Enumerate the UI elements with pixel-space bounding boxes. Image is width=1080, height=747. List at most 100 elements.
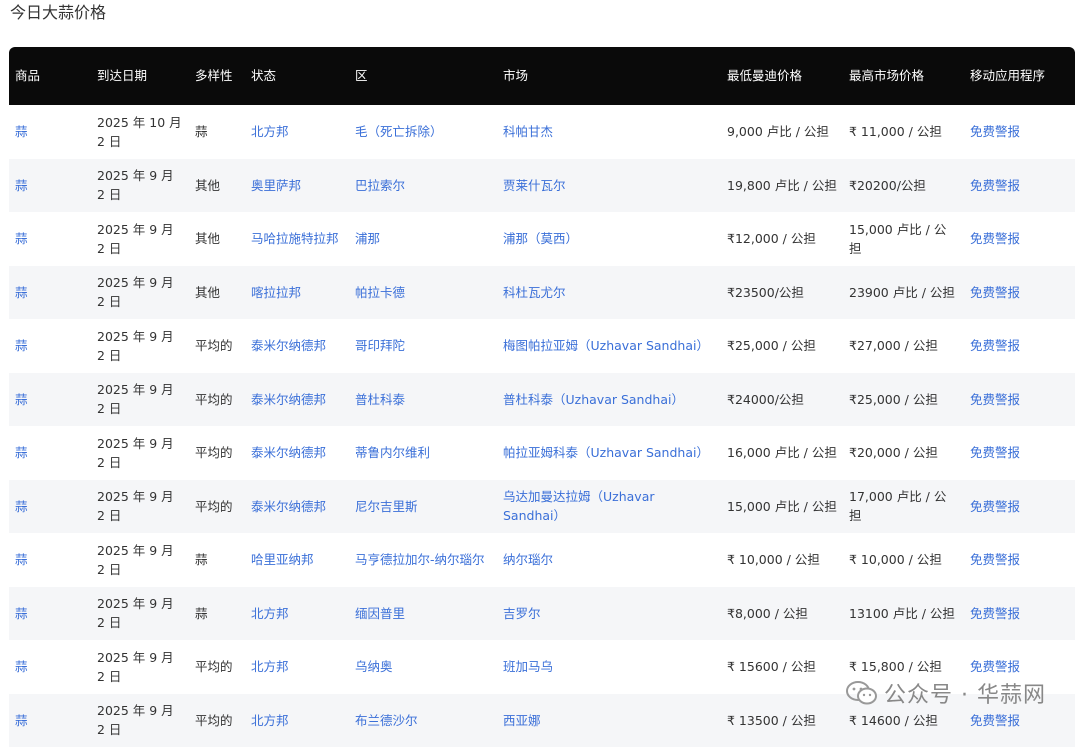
district-link[interactable]: 马亨德拉加尔-纳尔瑙尔 (355, 552, 485, 567)
market-link[interactable]: 乌达加曼达拉姆（Uzhavar Sandhai） (503, 489, 655, 523)
market-link[interactable]: 梅图帕拉亚姆（Uzhavar Sandhai） (503, 338, 709, 353)
state-link[interactable]: 北方邦 (251, 659, 289, 674)
commodity-link[interactable]: 蒜 (15, 338, 28, 353)
commodity-link-cell: 蒜 (9, 319, 91, 373)
free-alert-link[interactable]: 免费警报 (970, 124, 1020, 139)
header-market[interactable]: 市场 (497, 47, 721, 105)
state-link-cell: 北方邦 (245, 694, 349, 747)
free-alert-link[interactable]: 免费警报 (970, 285, 1020, 300)
state-link[interactable]: 泰米尔纳德邦 (251, 499, 326, 514)
variety-cell: 蒜 (189, 587, 245, 641)
free-alert-link[interactable]: 免费警报 (970, 552, 1020, 567)
commodity-link-cell: 蒜 (9, 587, 91, 641)
commodity-link[interactable]: 蒜 (15, 606, 28, 621)
min-price-cell: ₹23500/公担 (721, 266, 843, 320)
variety: 平均的 (195, 659, 233, 674)
district-link[interactable]: 帕拉卡德 (355, 285, 405, 300)
variety: 平均的 (195, 338, 233, 353)
market-link[interactable]: 浦那（莫西） (503, 231, 578, 246)
max-price: ₹27,000 / 公担 (849, 338, 938, 353)
free-alert-link[interactable]: 免费警报 (970, 499, 1020, 514)
max-price-cell: ₹25,000 / 公担 (843, 373, 964, 427)
commodity-link-cell: 蒜 (9, 640, 91, 694)
arrival-date: 2025 年 9 月 2 日 (97, 168, 174, 202)
watermark: 公众号 · 华蒜网 (846, 677, 1046, 709)
district-link[interactable]: 尼尔吉里斯 (355, 499, 418, 514)
market-link-cell: 贾莱什瓦尔 (497, 159, 721, 213)
arrival-date-cell: 2025 年 9 月 2 日 (91, 212, 189, 266)
commodity-link[interactable]: 蒜 (15, 392, 28, 407)
variety: 平均的 (195, 445, 233, 460)
state-link[interactable]: 泰米尔纳德邦 (251, 392, 326, 407)
min-price-cell: 19,800 卢比 / 公担 (721, 159, 843, 213)
district-link[interactable]: 普杜科泰 (355, 392, 405, 407)
market-link-cell: 西亚娜 (497, 694, 721, 747)
district-link[interactable]: 巴拉索尔 (355, 178, 405, 193)
commodity-link-cell: 蒜 (9, 266, 91, 320)
commodity-link[interactable]: 蒜 (15, 178, 28, 193)
free-alert-link[interactable]: 免费警报 (970, 713, 1020, 728)
state-link[interactable]: 泰米尔纳德邦 (251, 445, 326, 460)
state-link[interactable]: 奥里萨邦 (251, 178, 301, 193)
commodity-link[interactable]: 蒜 (15, 231, 28, 246)
commodity-link[interactable]: 蒜 (15, 499, 28, 514)
state-link[interactable]: 马哈拉施特拉邦 (251, 231, 339, 246)
state-link[interactable]: 北方邦 (251, 124, 289, 139)
state-link[interactable]: 泰米尔纳德邦 (251, 338, 326, 353)
free-alert-link[interactable]: 免费警报 (970, 338, 1020, 353)
free-alert-link[interactable]: 免费警报 (970, 178, 1020, 193)
market-link-cell: 科帕甘杰 (497, 105, 721, 159)
state-link-cell: 马哈拉施特拉邦 (245, 212, 349, 266)
header-commodity[interactable]: 商品 (9, 47, 91, 105)
variety: 蒜 (195, 606, 208, 621)
commodity-link[interactable]: 蒜 (15, 285, 28, 300)
header-min-price[interactable]: 最低曼迪价格 (721, 47, 843, 105)
market-link[interactable]: 普杜科泰（Uzhavar Sandhai） (503, 392, 684, 407)
market-link[interactable]: 科帕甘杰 (503, 124, 553, 139)
district-link[interactable]: 毛（死亡拆除） (355, 124, 443, 139)
state-link[interactable]: 哈里亚纳邦 (251, 552, 314, 567)
header-district[interactable]: 区 (349, 47, 497, 105)
district-link[interactable]: 布兰德沙尔 (355, 713, 418, 728)
header-arrival-date[interactable]: 到达日期 (91, 47, 189, 105)
state-link-cell: 哈里亚纳邦 (245, 533, 349, 587)
free-alert-link[interactable]: 免费警报 (970, 392, 1020, 407)
arrival-date: 2025 年 9 月 2 日 (97, 382, 174, 416)
market-link[interactable]: 贾莱什瓦尔 (503, 178, 566, 193)
table-row: 蒜2025 年 9 月 2 日其他喀拉拉邦帕拉卡德科杜瓦尤尔₹23500/公担2… (9, 266, 1075, 320)
commodity-link[interactable]: 蒜 (15, 445, 28, 460)
free-alert-link[interactable]: 免费警报 (970, 445, 1020, 460)
header-mobile-app[interactable]: 移动应用程序 (964, 47, 1075, 105)
market-link[interactable]: 西亚娜 (503, 713, 541, 728)
market-link[interactable]: 吉罗尔 (503, 606, 541, 621)
header-state[interactable]: 状态 (245, 47, 349, 105)
commodity-link[interactable]: 蒜 (15, 659, 28, 674)
state-link[interactable]: 喀拉拉邦 (251, 285, 301, 300)
arrival-date: 2025 年 9 月 2 日 (97, 703, 174, 737)
market-link[interactable]: 班加马乌 (503, 659, 553, 674)
free-alert-link[interactable]: 免费警报 (970, 606, 1020, 621)
district-link[interactable]: 缅因普里 (355, 606, 405, 621)
state-link[interactable]: 北方邦 (251, 713, 289, 728)
free-alert-link[interactable]: 免费警报 (970, 659, 1020, 674)
district-link[interactable]: 哥印拜陀 (355, 338, 405, 353)
variety-cell: 其他 (189, 159, 245, 213)
district-link[interactable]: 蒂鲁内尔维利 (355, 445, 430, 460)
state-link-cell: 泰米尔纳德邦 (245, 426, 349, 480)
district-link[interactable]: 浦那 (355, 231, 380, 246)
page-title: 今日大蒜价格 (10, 2, 106, 24)
arrival-date-cell: 2025 年 9 月 2 日 (91, 266, 189, 320)
market-link[interactable]: 科杜瓦尤尔 (503, 285, 566, 300)
commodity-link[interactable]: 蒜 (15, 713, 28, 728)
free-alert-link-cell: 免费警报 (964, 319, 1075, 373)
market-link[interactable]: 纳尔瑙尔 (503, 552, 553, 567)
header-max-price[interactable]: 最高市场价格 (843, 47, 964, 105)
header-variety[interactable]: 多样性 (189, 47, 245, 105)
district-link[interactable]: 乌纳奥 (355, 659, 393, 674)
state-link[interactable]: 北方邦 (251, 606, 289, 621)
commodity-link[interactable]: 蒜 (15, 124, 28, 139)
commodity-link[interactable]: 蒜 (15, 552, 28, 567)
market-link[interactable]: 帕拉亚姆科泰（Uzhavar Sandhai） (503, 445, 709, 460)
free-alert-link[interactable]: 免费警报 (970, 231, 1020, 246)
arrival-date: 2025 年 9 月 2 日 (97, 543, 174, 577)
